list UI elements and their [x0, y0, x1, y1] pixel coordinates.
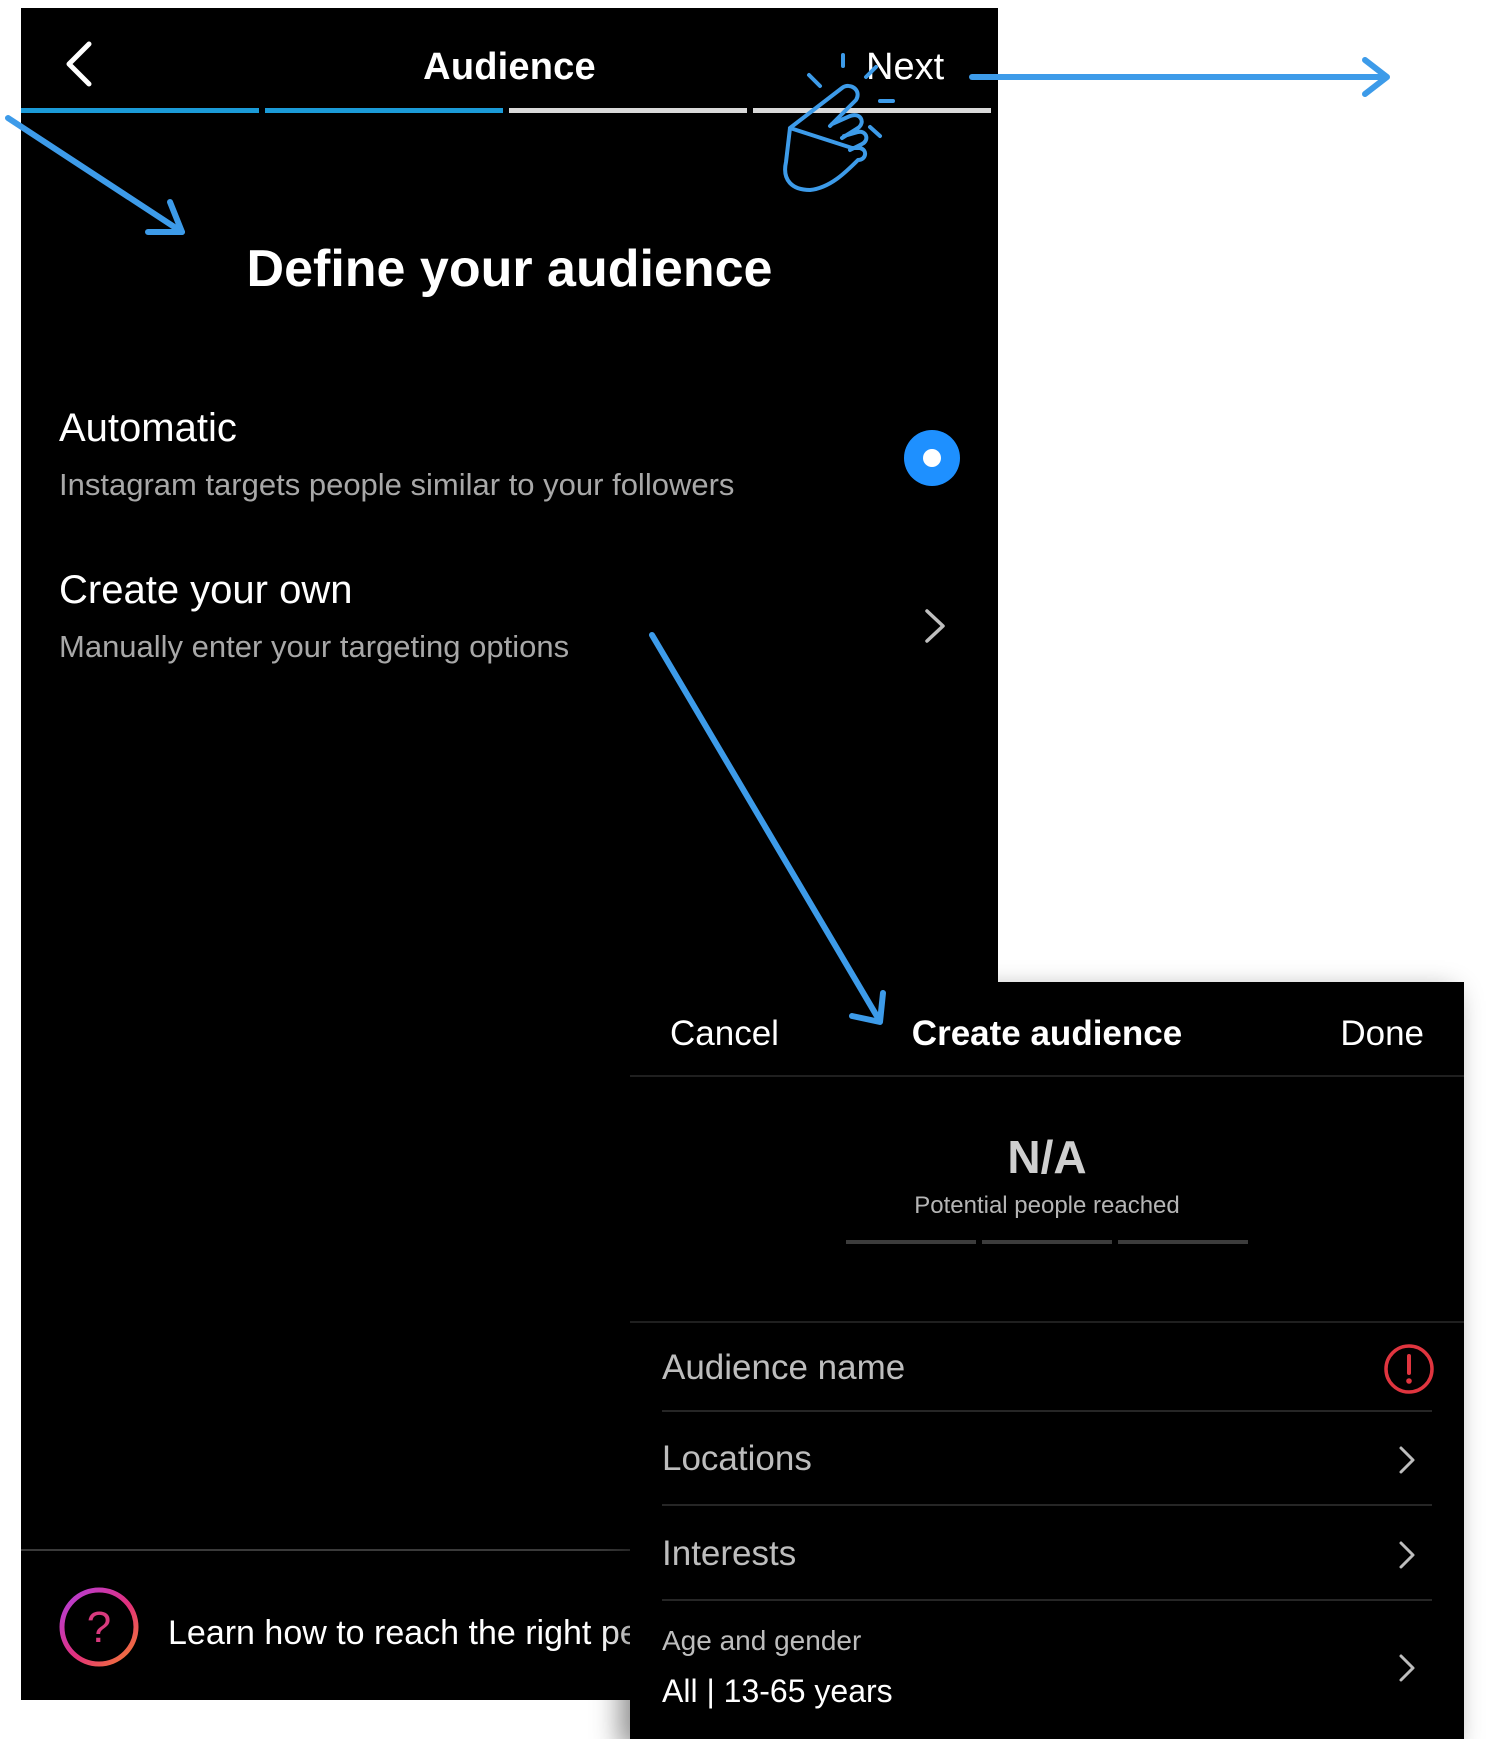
nav-title: Audience	[423, 46, 596, 88]
create-audience-sheet: Create audience Cancel Done N/A Potentia…	[630, 982, 1464, 1739]
row-value: All | 13-65 years	[662, 1673, 893, 1709]
row-divider	[662, 1410, 1432, 1412]
option-title: Automatic	[59, 406, 237, 450]
option-description: Manually enter your targeting options	[59, 629, 570, 664]
age-gender-row[interactable]: Age and gender All | 13-65 years	[662, 1625, 1432, 1725]
row-divider	[662, 1599, 1432, 1601]
canvas: Audience Next Define your audience Autom…	[0, 0, 1491, 1739]
reach-meter-segment	[982, 1240, 1112, 1244]
progress-step-1	[21, 108, 259, 113]
chevron-right-icon	[1396, 1442, 1418, 1478]
row-label: Audience name	[662, 1348, 906, 1387]
next-button[interactable]: Next	[866, 46, 944, 89]
option-create-your-own[interactable]: Create your own Manually enter your targ…	[59, 568, 979, 688]
done-button[interactable]: Done	[1340, 1014, 1424, 1054]
row-label: Age and gender	[662, 1625, 862, 1656]
row-label: Locations	[662, 1439, 812, 1478]
audience-name-field[interactable]: Audience name	[662, 1348, 1432, 1408]
page-heading: Define your audience	[246, 240, 773, 298]
chevron-right-icon	[1396, 1650, 1418, 1686]
row-divider	[662, 1504, 1432, 1506]
reach-meter-segment	[1118, 1240, 1248, 1244]
radio-selected-icon[interactable]	[904, 430, 960, 486]
reach-meter	[846, 1240, 1250, 1244]
annotation-arrow-next	[969, 57, 1390, 97]
reach-value: N/A	[1007, 1131, 1087, 1183]
option-automatic[interactable]: Automatic Instagram targets people simil…	[59, 406, 979, 526]
question-circle-icon[interactable]: ?	[57, 1585, 141, 1669]
reach-label: Potential people reached	[914, 1192, 1180, 1219]
radio-dot	[923, 449, 941, 467]
row-label: Interests	[662, 1534, 797, 1573]
reach-divider	[630, 1321, 1464, 1323]
progress-bar	[21, 108, 998, 113]
chevron-right-icon[interactable]	[919, 603, 949, 649]
locations-row[interactable]: Locations	[662, 1439, 1432, 1499]
sheet-header-divider	[630, 1075, 1464, 1077]
progress-step-2	[265, 108, 503, 113]
option-description: Instagram targets people similar to your…	[59, 467, 735, 502]
cancel-button[interactable]: Cancel	[670, 1014, 779, 1054]
option-title: Create your own	[59, 568, 353, 612]
progress-step-3	[509, 108, 747, 113]
interests-row[interactable]: Interests	[662, 1534, 1432, 1594]
exclamation-circle-icon[interactable]	[1382, 1342, 1436, 1396]
help-link[interactable]: Learn how to reach the right pe	[168, 1614, 639, 1653]
reach-meter-segment	[846, 1240, 976, 1244]
chevron-right-icon	[1396, 1537, 1418, 1573]
svg-text:?: ?	[87, 1603, 111, 1652]
progress-step-4	[753, 108, 991, 113]
